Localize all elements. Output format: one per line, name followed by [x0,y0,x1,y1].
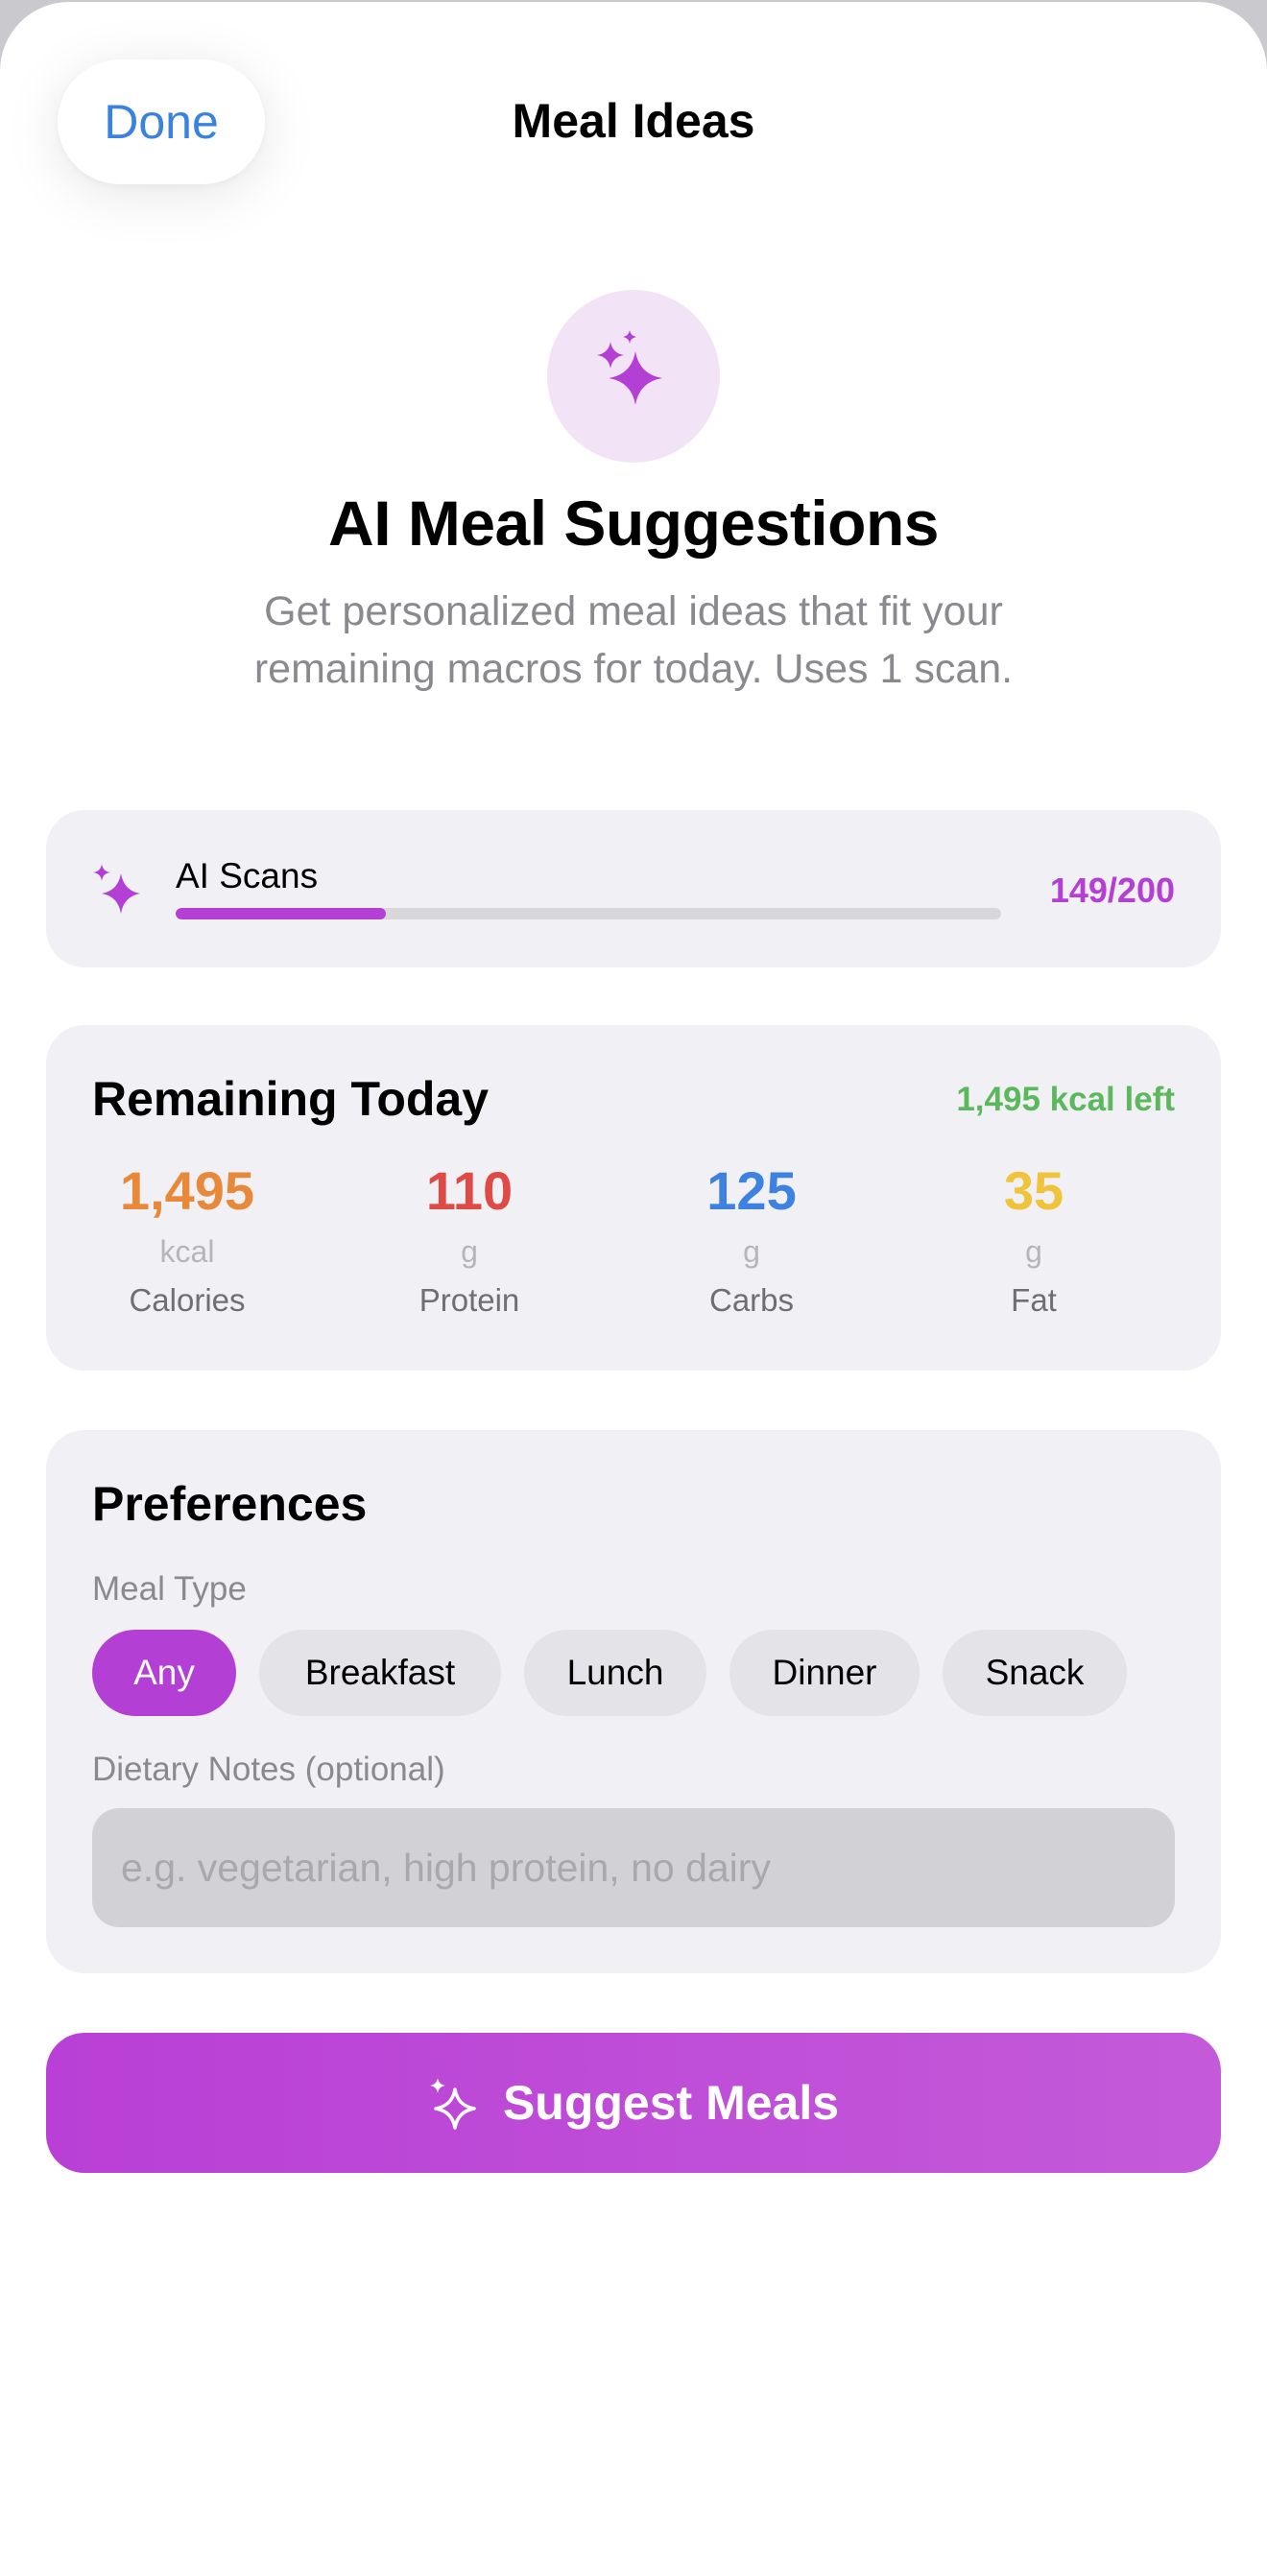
meal-type-chip-breakfast[interactable]: Breakfast [259,1630,501,1716]
dietary-notes-label: Dietary Notes (optional) [92,1751,445,1788]
ai-scans-count: 149/200 [1049,871,1175,910]
macro-value: 35 [1003,1160,1064,1221]
ai-scans-card: AI Scans 149/200 [46,810,1221,967]
macro-value: 110 [425,1160,514,1221]
hero-title: AI Meal Suggestions [328,488,939,559]
kcal-left-label: 1,495 kcal left [956,1081,1175,1118]
suggest-meals-button[interactable]: Suggest Meals [46,2033,1221,2173]
sparkles-icon [93,864,140,914]
meal-type-label: Meal Type [92,1570,247,1608]
macro-label: Fat [1011,1282,1057,1318]
macro-label: Protein [418,1282,520,1318]
remaining-title: Remaining Today [92,1072,490,1126]
meal-type-chip-any[interactable]: Any [92,1630,236,1716]
preferences-card: Preferences Meal Type Any Breakfast Lunc… [46,1430,1221,1973]
macro-unit: g [461,1234,478,1269]
meal-type-chips: Any Breakfast Lunch Dinner Snack [92,1630,1127,1716]
macro-unit: kcal [159,1234,215,1269]
macro-value: 125 [706,1160,797,1221]
macro-label: Carbs [708,1282,795,1318]
macro-value: 1,495 [119,1160,255,1221]
meal-type-chip-dinner[interactable]: Dinner [729,1630,920,1716]
macro-calories: 1,495 kcal Calories [46,1159,328,1323]
suggest-meals-label: Suggest Meals [502,2076,840,2130]
meal-type-chip-snack[interactable]: Snack [943,1630,1127,1716]
nav-bar: Done Meal Ideas [0,2,1267,194]
ai-scans-progress-fill [176,908,387,919]
sparkles-icon [597,330,662,405]
macro-label: Calories [129,1282,246,1318]
preferences-title: Preferences [92,1477,368,1531]
sparkles-icon [429,2078,476,2130]
hero-sparkles-badge [547,290,720,463]
dietary-notes-input[interactable] [92,1808,1175,1927]
hero-subtitle: Get personalized meal ideas that fit you… [253,588,1014,692]
meal-type-chip-lunch[interactable]: Lunch [524,1630,706,1716]
nav-title: Meal Ideas [512,94,755,148]
macro-protein: 110 g Protein [328,1159,610,1323]
macro-carbs: 125 g Carbs [610,1159,893,1323]
macro-unit: g [743,1234,760,1269]
macro-unit: g [1025,1234,1042,1269]
ai-scans-progress-bar [176,908,1001,919]
remaining-today-card: Remaining Today 1,495 kcal left 1,495 kc… [46,1025,1221,1371]
meal-ideas-sheet: Done Meal Ideas AI Meal Suggestions Get … [0,2,1267,2576]
ai-scans-label: AI Scans [176,856,319,895]
macro-fat: 35 g Fat [893,1159,1175,1323]
